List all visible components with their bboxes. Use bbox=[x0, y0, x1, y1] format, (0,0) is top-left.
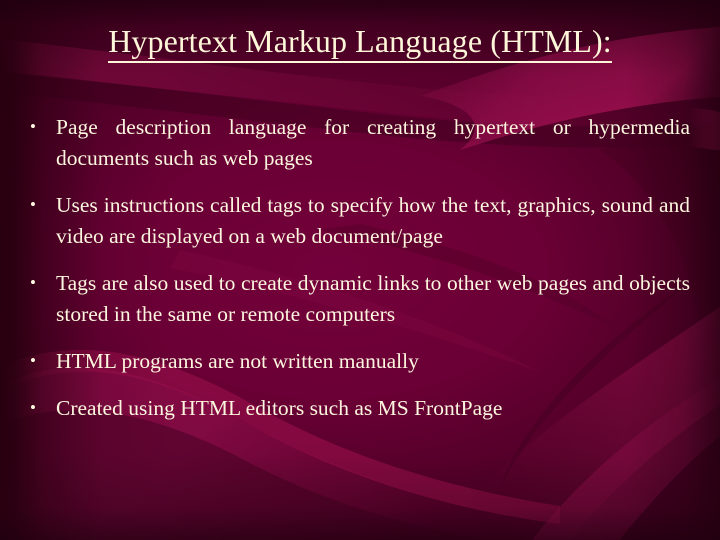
slide-title-container: Hypertext Markup Language (HTML): bbox=[0, 23, 720, 63]
list-item: • Uses instructions called tags to speci… bbox=[30, 190, 690, 252]
bullet-icon: • bbox=[30, 272, 36, 292]
bullet-text: Created using HTML editors such as MS Fr… bbox=[56, 395, 503, 420]
bullet-text: Page description language for creating h… bbox=[56, 115, 690, 170]
bullet-icon: • bbox=[30, 350, 36, 370]
slide-body: • Page description language for creating… bbox=[30, 112, 690, 424]
presentation-slide: Hypertext Markup Language (HTML): • Page… bbox=[0, 0, 720, 540]
bullet-icon: • bbox=[30, 117, 36, 136]
list-item: • Tags are also used to create dynamic l… bbox=[30, 268, 690, 330]
bullet-text: Tags are also used to create dynamic lin… bbox=[56, 270, 690, 326]
list-item: • Created using HTML editors such as MS … bbox=[30, 393, 690, 424]
list-item: • HTML programs are not written manually bbox=[30, 346, 690, 377]
bullet-text: HTML programs are not written manually bbox=[56, 348, 419, 373]
bullet-icon: • bbox=[30, 397, 36, 417]
slide-title: Hypertext Markup Language (HTML): bbox=[108, 23, 612, 63]
bullet-text: Uses instructions called tags to specify… bbox=[56, 192, 690, 248]
list-item: • Page description language for creating… bbox=[30, 112, 690, 174]
bullet-icon: • bbox=[30, 194, 36, 214]
